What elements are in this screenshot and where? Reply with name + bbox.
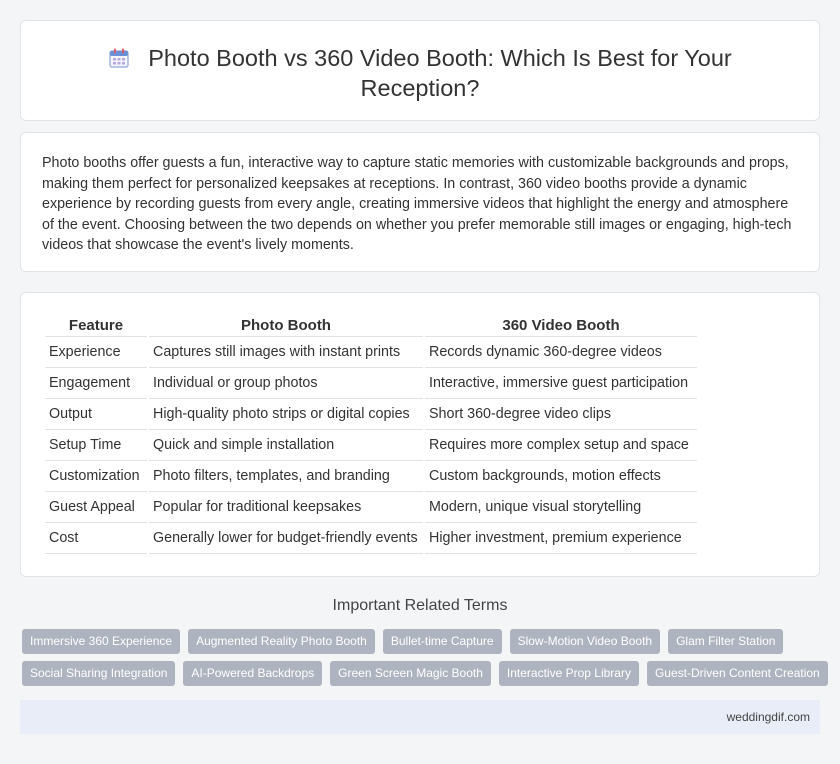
intro-card: Photo booths offer guests a fun, interac…: [20, 132, 820, 272]
photo-booth-cell: Popular for traditional keepsakes: [149, 492, 423, 523]
related-term-tag[interactable]: Glam Filter Station: [668, 629, 784, 654]
photo-booth-cell: Quick and simple installation: [149, 430, 423, 461]
related-terms-row: Social Sharing Integration AI-Powered Ba…: [22, 661, 828, 686]
photo-booth-cell: Captures still images with instant print…: [149, 337, 423, 368]
video-booth-cell: Custom backgrounds, motion effects: [425, 461, 697, 492]
related-term-tag[interactable]: Social Sharing Integration: [22, 661, 176, 686]
comparison-table: Feature Photo Booth 360 Video Booth Expe…: [43, 315, 699, 554]
video-booth-cell: Interactive, immersive guest participati…: [425, 368, 697, 399]
footer: weddingdif.com: [20, 700, 820, 734]
related-term-tag[interactable]: Guest-Driven Content Creation: [646, 661, 828, 686]
photo-booth-cell: Individual or group photos: [149, 368, 423, 399]
feature-cell: Engagement: [45, 368, 147, 399]
photo-booth-cell: Photo filters, templates, and branding: [149, 461, 423, 492]
header-feature: Feature: [45, 315, 147, 337]
video-booth-cell: Modern, unique visual storytelling: [425, 492, 697, 523]
feature-cell: Setup Time: [45, 430, 147, 461]
related-term-tag[interactable]: Immersive 360 Experience: [22, 629, 181, 654]
intro-paragraph: Photo booths offer guests a fun, interac…: [42, 155, 792, 253]
related-term-tag[interactable]: AI-Powered Backdrops: [183, 661, 323, 686]
feature-cell: Guest Appeal: [45, 492, 147, 523]
calendar-icon: [109, 48, 129, 68]
related-term-tag[interactable]: Interactive Prop Library: [498, 661, 639, 686]
related-term-tag[interactable]: Augmented Reality Photo Booth: [188, 629, 375, 654]
title-card: Photo Booth vs 360 Video Booth: Which Is…: [20, 20, 820, 121]
feature-cell: Output: [45, 399, 147, 430]
video-booth-cell: Requires more complex setup and space: [425, 430, 697, 461]
related-term-tag[interactable]: Bullet-time Capture: [382, 629, 502, 654]
table-row: Guest Appeal Popular for traditional kee…: [45, 492, 697, 523]
feature-cell: Cost: [45, 523, 147, 554]
related-terms-row: Immersive 360 Experience Augmented Reali…: [22, 629, 822, 654]
photo-booth-cell: Generally lower for budget-friendly even…: [149, 523, 423, 554]
related-term-tag[interactable]: Slow-Motion Video Booth: [509, 629, 661, 654]
header-360-video-booth: 360 Video Booth: [425, 315, 697, 337]
header-photo-booth: Photo Booth: [149, 315, 423, 337]
photo-booth-cell: High-quality photo strips or digital cop…: [149, 399, 423, 430]
video-booth-cell: Short 360-degree video clips: [425, 399, 697, 430]
table-row: Setup Time Quick and simple installation…: [45, 430, 697, 461]
feature-cell: Experience: [45, 337, 147, 368]
video-booth-cell: Higher investment, premium experience: [425, 523, 697, 554]
table-header-row: Feature Photo Booth 360 Video Booth: [45, 315, 697, 337]
table-row: Customization Photo filters, templates, …: [45, 461, 697, 492]
table-row: Cost Generally lower for budget-friendly…: [45, 523, 697, 554]
video-booth-cell: Records dynamic 360-degree videos: [425, 337, 697, 368]
feature-cell: Customization: [45, 461, 147, 492]
table-row: Experience Captures still images with in…: [45, 337, 697, 368]
related-terms-heading: Important Related Terms: [332, 597, 508, 614]
comparison-card: Feature Photo Booth 360 Video Booth Expe…: [20, 292, 820, 577]
page-title: Photo Booth vs 360 Video Booth: Which Is…: [148, 45, 732, 101]
related-term-tag[interactable]: Green Screen Magic Booth: [330, 661, 491, 686]
page-title-wrap: Photo Booth vs 360 Video Booth: Which Is…: [21, 43, 819, 103]
table-row: Output High-quality photo strips or digi…: [45, 399, 697, 430]
table-row: Engagement Individual or group photos In…: [45, 368, 697, 399]
site-name[interactable]: weddingdif.com: [727, 710, 810, 724]
